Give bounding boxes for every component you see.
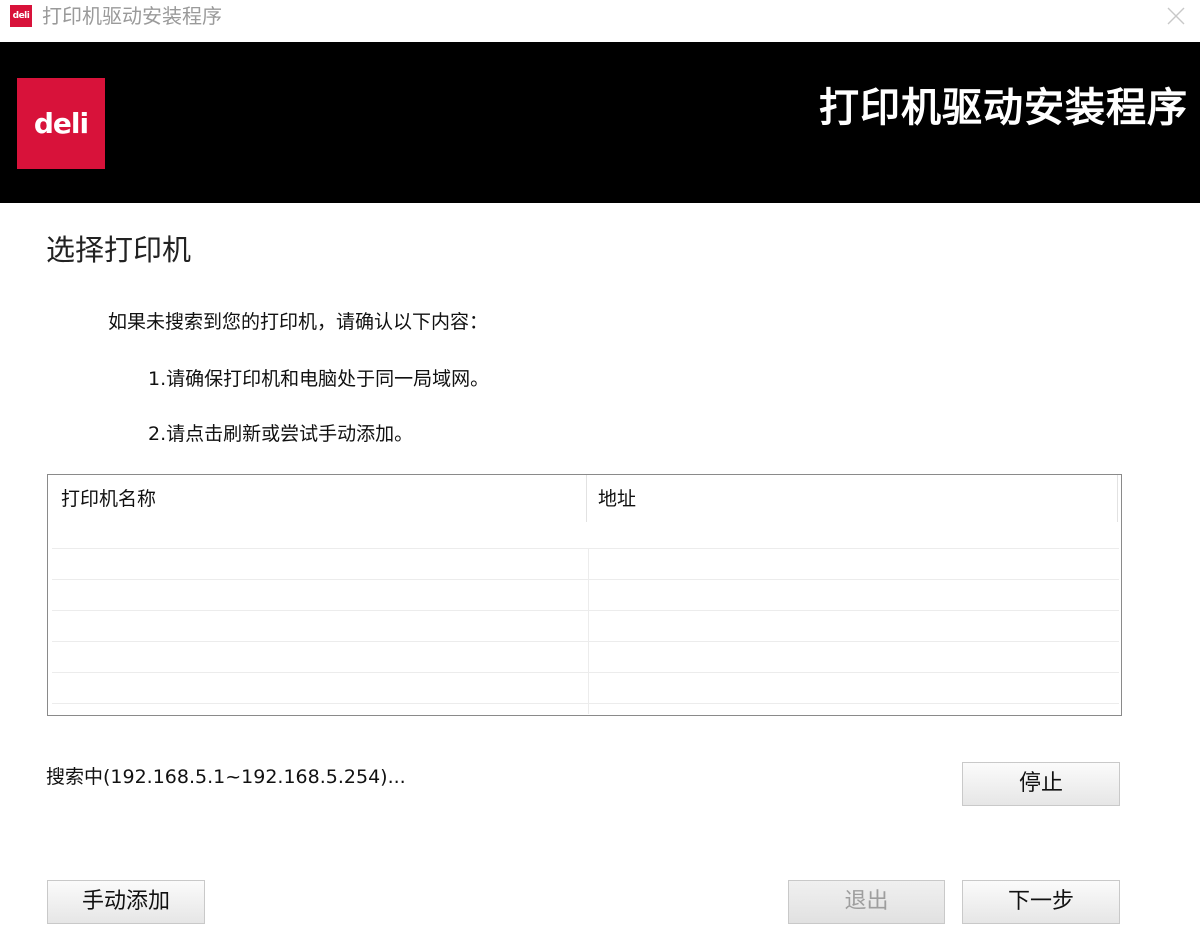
instruction-intro: 如果未搜索到您的打印机，请确认以下内容： [108, 311, 489, 333]
instruction-item-1: 1.请确保打印机和电脑处于同一局域网。 [148, 368, 490, 390]
cell-divider [588, 642, 589, 673]
next-button[interactable]: 下一步 [962, 880, 1120, 924]
exit-button[interactable]: 退出 [788, 880, 945, 924]
cell-divider [588, 673, 589, 704]
close-button[interactable] [1158, 0, 1194, 32]
column-divider[interactable] [1117, 475, 1118, 522]
column-divider[interactable] [586, 475, 587, 522]
table-row [52, 610, 1119, 642]
title-bar: deli 打印机驱动安装程序 [0, 0, 1200, 42]
instruction-item-2: 2.请点击刷新或尝试手动添加。 [148, 423, 414, 445]
deli-logo: deli [17, 78, 105, 169]
column-header-address[interactable]: 地址 [598, 486, 636, 512]
cell-divider [588, 549, 589, 580]
column-header-printer-name[interactable]: 打印机名称 [61, 486, 156, 512]
stop-button[interactable]: 停止 [962, 762, 1120, 806]
page-title: 选择打印机 [46, 233, 192, 267]
table-header: 打印机名称 地址 [48, 475, 1121, 522]
search-status: 搜索中(192.168.5.1~192.168.5.254)... [46, 766, 406, 788]
close-icon [1167, 7, 1185, 25]
printer-list-table[interactable]: 打印机名称 地址 [47, 474, 1122, 716]
table-row [52, 548, 1119, 580]
cell-divider [588, 704, 589, 714]
table-row [52, 641, 1119, 673]
cell-divider [588, 580, 589, 611]
app-logo-icon: deli [10, 5, 32, 27]
table-row [52, 579, 1119, 611]
header-banner: deli 打印机驱动安装程序 [0, 42, 1200, 203]
table-row [52, 672, 1119, 704]
window-title: 打印机驱动安装程序 [42, 4, 222, 28]
manual-add-button[interactable]: 手动添加 [47, 880, 205, 924]
table-row [52, 703, 1119, 714]
banner-title: 打印机驱动安装程序 [819, 85, 1188, 131]
cell-divider [588, 611, 589, 642]
